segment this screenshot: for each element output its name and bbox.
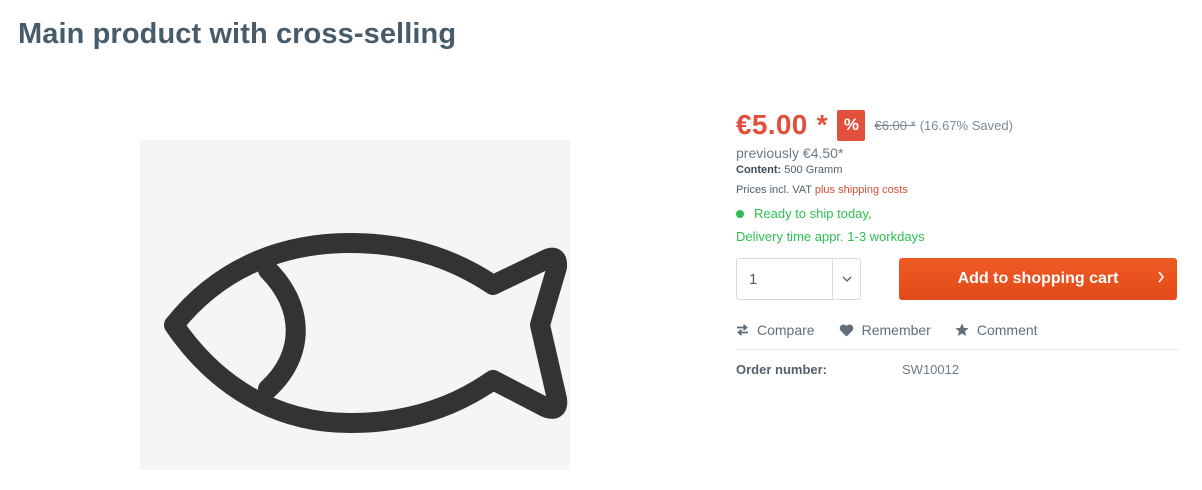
remember-label: Remember	[861, 322, 931, 338]
discount-badge: %	[837, 109, 866, 141]
content-label: Content:	[736, 164, 782, 176]
saved-percentage: (16.67% Saved)	[919, 117, 1013, 133]
remember-link[interactable]: Remember	[839, 322, 931, 338]
price-star: *	[816, 109, 828, 140]
delivery-time: Delivery time appr. 1-3 workdays	[736, 229, 925, 244]
product-image[interactable]	[130, 120, 580, 480]
compare-link[interactable]: Compare	[736, 322, 815, 338]
compare-label: Compare	[757, 322, 815, 338]
status-dot-icon	[736, 209, 744, 218]
delivery-status-text: Ready to ship today,	[754, 206, 872, 221]
delivery-status: Ready to ship today,	[736, 206, 1178, 221]
price-row: €5.00 * % €6.00 * (16.67% Saved)	[736, 108, 1178, 142]
product-actions: Compare Remember Comment	[736, 320, 1178, 340]
comment-label: Comment	[976, 322, 1038, 338]
chevron-right-icon	[1158, 271, 1165, 283]
vat-text: Prices incl. VAT	[736, 184, 812, 196]
heart-icon	[839, 324, 853, 336]
current-price: €5.00	[736, 109, 808, 140]
buy-box: €5.00 * % €6.00 * (16.67% Saved) previou…	[736, 108, 1178, 377]
chevron-down-icon[interactable]	[832, 259, 860, 299]
arrows-exchange-icon	[737, 324, 748, 336]
add-to-cart-button[interactable]: Add to shopping cart	[899, 258, 1177, 300]
star-icon	[955, 323, 969, 336]
content-info: Content: 500 Gramm	[736, 164, 1178, 176]
add-to-cart-row: 1 Add to shopping cart	[736, 258, 1178, 300]
fish-icon	[164, 233, 568, 433]
order-number-label: Order number:	[736, 362, 828, 377]
divider	[736, 349, 1178, 350]
page-title: Main product with cross-selling	[18, 18, 457, 50]
order-number-value: SW10012	[902, 362, 960, 377]
old-price: €6.00 *	[874, 117, 916, 133]
comment-link[interactable]: Comment	[955, 322, 1038, 338]
add-to-cart-label: Add to shopping cart	[957, 270, 1119, 287]
previous-price: previously €4.50*	[736, 145, 844, 161]
quantity-select[interactable]: 1	[736, 258, 861, 300]
content-value: 500 Gramm	[784, 164, 843, 176]
quantity-value: 1	[749, 270, 758, 288]
vat-info: Prices incl. VAT plus shipping costs	[736, 184, 1178, 196]
order-number-row: Order number: SW10012	[736, 362, 1178, 377]
shipping-costs-link[interactable]: plus shipping costs	[815, 184, 908, 196]
